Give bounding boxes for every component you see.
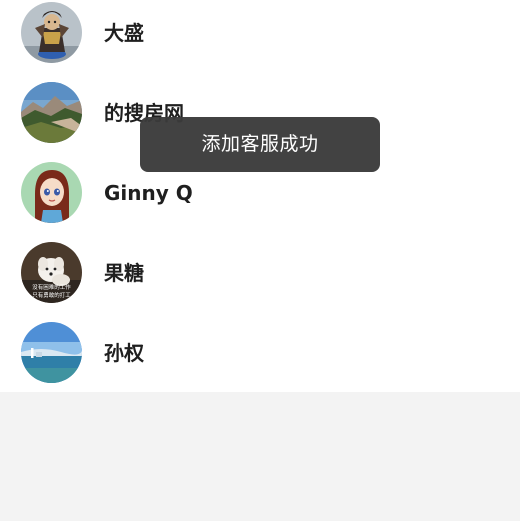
- contact-row-guotang[interactable]: 没有困难的工作 只有勇敢的打工 果糖: [0, 240, 520, 320]
- cartoon-girl-avatar: [21, 162, 82, 223]
- contact-name: 大盛: [104, 21, 144, 45]
- warrior-figurine-avatar: [21, 2, 82, 63]
- avatar-caption-line: 没有困难的工作: [32, 283, 71, 291]
- contact-list: 大盛 的搜房网 Ginny Q 没有困难的工作 只有勇敢的打工 果糖 孙权: [0, 0, 520, 392]
- mountain-landscape-avatar: [21, 82, 82, 143]
- contact-row-dasheng[interactable]: 大盛: [0, 0, 520, 80]
- white-puppy-avatar: 没有困难的工作 只有勇敢的打工: [21, 242, 82, 303]
- seaside-lighthouse-avatar: [21, 322, 82, 383]
- avatar-caption-line: 只有勇敢的打工: [32, 291, 71, 299]
- empty-background-area: [0, 392, 520, 521]
- toast-message: 添加客服成功: [140, 117, 380, 172]
- contact-name: 果糖: [104, 261, 144, 285]
- contact-name: 孙权: [104, 341, 144, 365]
- contact-row-sunquan[interactable]: 孙权: [0, 320, 520, 400]
- contact-name: Ginny Q: [104, 181, 193, 205]
- contact-row-ginny[interactable]: Ginny Q: [0, 160, 520, 240]
